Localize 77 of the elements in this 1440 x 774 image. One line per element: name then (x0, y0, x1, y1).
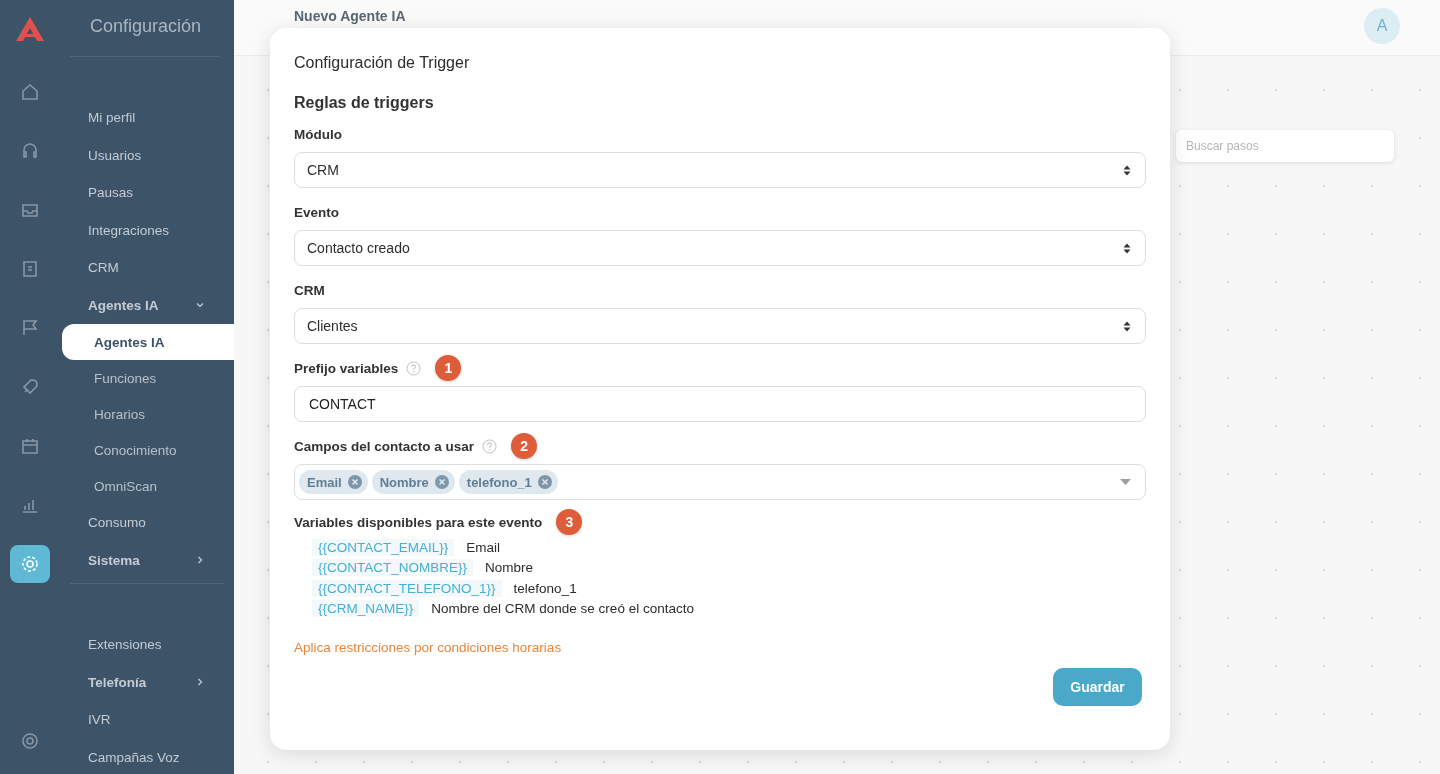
tag-chip[interactable]: Nombre (371, 470, 455, 494)
sort-caret-icon (1123, 242, 1131, 254)
sidebar-item[interactable]: Pausas (70, 174, 224, 212)
sidebar-item[interactable]: Sistema (70, 541, 224, 579)
chevron-right-icon (196, 678, 204, 687)
sidebar-item[interactable]: Telefonía (70, 663, 224, 701)
section-heading: Reglas de triggers (294, 94, 435, 112)
home-icon (20, 82, 40, 102)
sidebar-item[interactable]: Extensiones (70, 626, 224, 664)
tag-chip[interactable]: telefono_1 (458, 470, 558, 494)
dialog-title: Configuración de Trigger (294, 54, 471, 73)
chevron-right-icon (196, 556, 204, 565)
search-placeholder: Buscar pasos (1185, 139, 1259, 153)
sidebar-item[interactable]: Integraciones (70, 211, 224, 249)
variable-token: {{CRM_NAME}} (312, 600, 420, 618)
sidebar-item[interactable]: Campañas Voz (70, 738, 224, 774)
sidebar-title: Configuración (70, 16, 220, 57)
sort-caret-icon (1123, 164, 1131, 176)
select-value: CRM (307, 162, 339, 178)
headset-icon (20, 141, 40, 161)
sort-caret-icon (1123, 320, 1131, 332)
input-field[interactable]: CONTACT (294, 386, 1146, 422)
variable-token: {{CONTACT_EMAIL}} (312, 538, 455, 556)
field-label: Módulo (294, 126, 342, 142)
dropdown-caret-icon (1120, 479, 1131, 485)
sidebar-item-label: Telefonía (88, 674, 147, 690)
sidebar-subitem[interactable]: Horarios (62, 396, 234, 432)
remove-icon[interactable] (434, 475, 449, 489)
tag-label: telefono_1 (466, 474, 532, 490)
step-badge: 3 (556, 509, 583, 535)
sidebar-item-label: Agentes IA (88, 297, 159, 313)
remove-icon[interactable] (347, 475, 362, 489)
sidebar-item[interactable]: Mi perfil (70, 99, 224, 137)
variable-description: Nombre del CRM donde se creó el contacto (431, 601, 694, 617)
multi-select-field[interactable]: Email Nombre telefono_1 (294, 464, 1146, 500)
remove-icon[interactable] (537, 475, 552, 489)
variable-description: telefono_1 (513, 580, 577, 596)
select-field[interactable]: CRM (294, 152, 1146, 188)
variable-token: {{CONTACT_NOMBRE}} (312, 559, 474, 577)
settings-button[interactable] (10, 545, 50, 583)
input-value: CONTACT (308, 396, 376, 412)
save-button[interactable]: Guardar (1053, 668, 1142, 706)
sidebar-item[interactable]: Consumo (70, 504, 224, 542)
logo-icon (15, 16, 45, 42)
calendar-icon (20, 436, 40, 456)
step-badge: 2 (511, 433, 538, 459)
select-value: Contacto creado (307, 240, 410, 256)
tag-label: Email (307, 474, 342, 490)
field-label: Evento (294, 204, 339, 220)
chevron-down-icon (196, 301, 204, 310)
sidebar-item[interactable]: Agentes IA (70, 286, 224, 324)
variable-description: Email (466, 539, 501, 555)
sidebar-item[interactable]: IVR (70, 701, 224, 739)
sidebar-subitem[interactable]: Conocimiento (62, 432, 234, 468)
agent-title: Nuevo Agente IA (294, 8, 406, 24)
sidebar-item-label: Sistema (88, 552, 140, 568)
variable-token: {{CONTACT_TELEFONO_1}} (312, 579, 502, 597)
settings-icon (20, 554, 40, 574)
field-label: CRM (294, 282, 325, 298)
variable-description: Nombre (485, 560, 534, 576)
select-value: Clientes (307, 318, 358, 334)
tag-chip[interactable]: Email (299, 470, 368, 494)
schedule-restrictions-link[interactable]: Aplica restricciones por condiciones horarias (294, 640, 562, 655)
select-field[interactable]: Contacto creado (294, 230, 1146, 266)
sidebar-subitem[interactable]: Agentes IA (62, 324, 234, 360)
sidebar-item[interactable]: CRM (70, 249, 224, 287)
select-field[interactable]: Clientes (294, 308, 1146, 344)
flag-icon (20, 318, 40, 338)
tag-label: Nombre (379, 474, 429, 490)
field-label: Campos del contacto a usar (294, 438, 475, 454)
sidebar-subitem[interactable]: Funciones (62, 360, 234, 396)
sidebar-subitem[interactable]: OmniScan (62, 468, 234, 504)
book-icon (20, 259, 40, 279)
field-label: Variables disponibles para este evento (294, 514, 543, 530)
field-label: Prefijo variables (294, 360, 399, 376)
step-badge: 1 (435, 355, 462, 381)
sidebar-item[interactable]: Usuarios (70, 136, 224, 174)
